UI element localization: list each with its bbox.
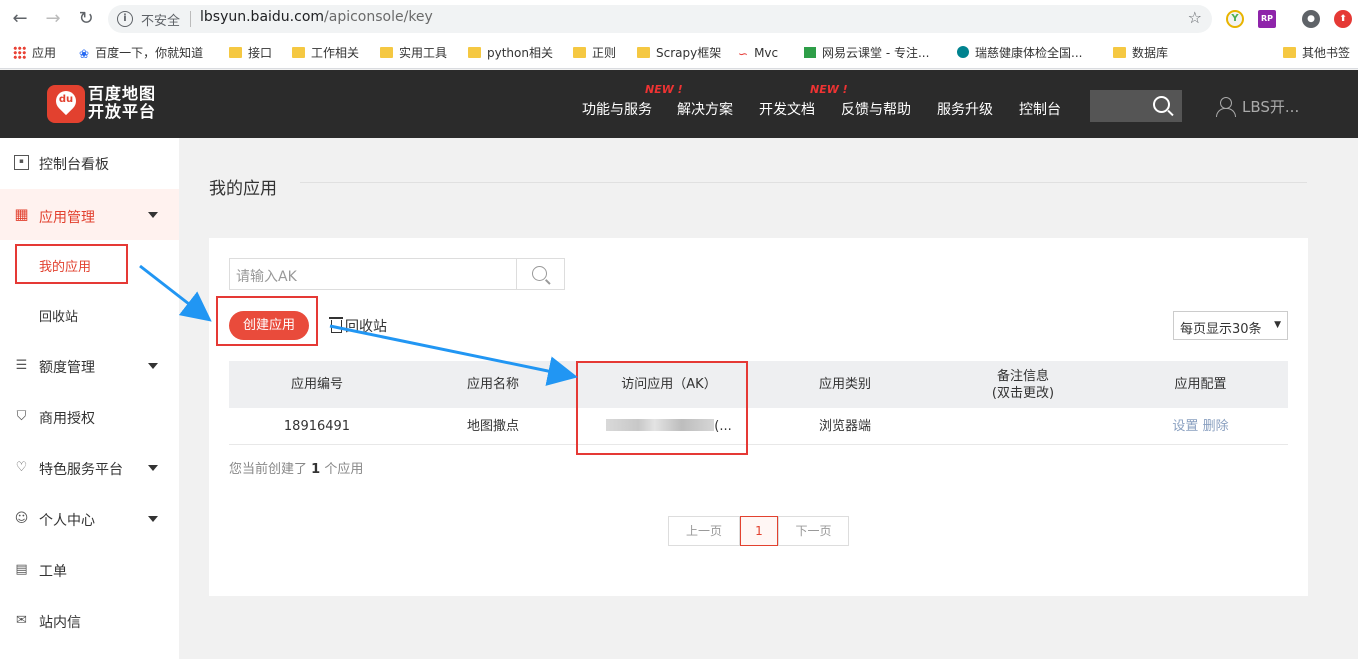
arrow-to-create [139, 264, 212, 322]
arrow-to-ak [329, 324, 578, 386]
annotation-arrows [139, 264, 578, 386]
